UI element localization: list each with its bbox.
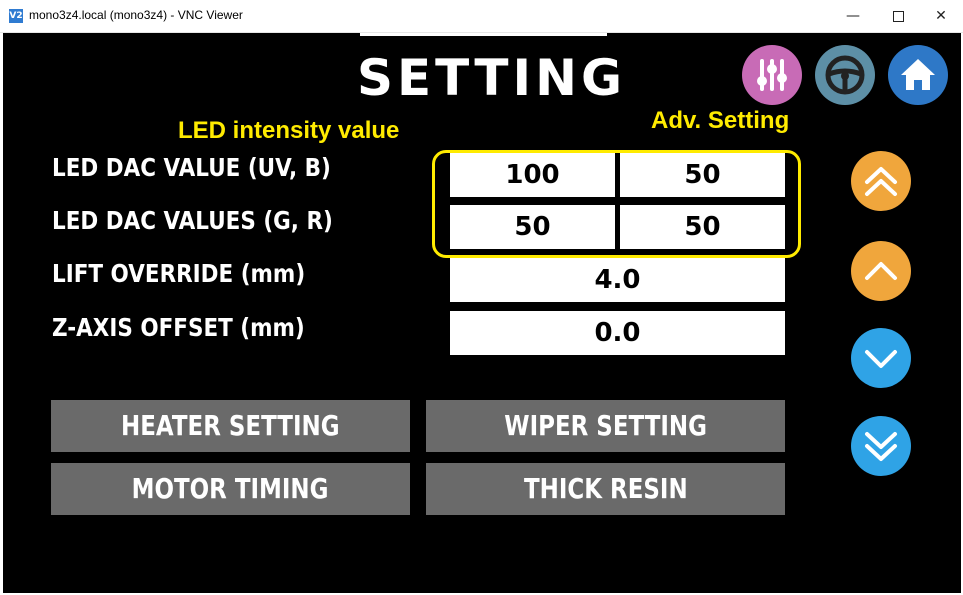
wiper-setting-button[interactable]: WIPER SETTING	[426, 400, 785, 452]
window-titlebar: V2 mono3z4.local (mono3z4) - VNC Viewer …	[0, 0, 963, 33]
vnc-app-icon: V2	[9, 9, 23, 23]
scroll-top-button[interactable]	[851, 151, 911, 211]
adv-setting-icon	[757, 59, 787, 91]
led-dac-g-r-label: LED DAC VALUES (G, R)	[52, 206, 333, 235]
double-chevron-down-icon	[865, 432, 897, 461]
g-value-field[interactable]: 50	[450, 205, 615, 249]
led-intensity-annotation: LED intensity value	[178, 117, 400, 144]
chevron-up-icon	[865, 262, 897, 280]
lift-override-label: LIFT OVERRIDE (mm)	[52, 259, 306, 288]
led-dac-uv-b-label: LED DAC VALUE (UV, B)	[52, 153, 331, 182]
uv-value-field[interactable]: 100	[450, 153, 615, 197]
minimize-button[interactable]: —	[831, 0, 875, 32]
steering-wheel-icon	[825, 55, 865, 95]
top-bar-strip	[360, 33, 607, 36]
thick-resin-label: THICK RESIN	[523, 472, 688, 505]
b-value-field[interactable]: 50	[620, 153, 785, 197]
wiper-setting-label: WIPER SETTING	[504, 409, 707, 442]
maximize-icon	[892, 10, 904, 22]
r-value-field[interactable]: 50	[620, 205, 785, 249]
scroll-down-button[interactable]	[851, 328, 911, 388]
thick-resin-button[interactable]: THICK RESIN	[426, 463, 785, 515]
home-button[interactable]	[888, 45, 948, 105]
chevron-down-icon	[865, 350, 897, 368]
steering-wheel-button[interactable]	[815, 45, 875, 105]
heater-setting-label: HEATER SETTING	[121, 409, 340, 442]
double-chevron-up-icon	[865, 167, 897, 196]
window-title: mono3z4.local (mono3z4) - VNC Viewer	[29, 8, 243, 22]
scroll-up-button[interactable]	[851, 241, 911, 301]
z-axis-offset-field[interactable]: 0.0	[450, 311, 785, 355]
heater-setting-button[interactable]: HEATER SETTING	[51, 400, 410, 452]
lift-override-field[interactable]: 4.0	[450, 258, 785, 302]
z-axis-offset-label: Z-AXIS OFFSET (mm)	[52, 313, 305, 342]
adv-setting-button[interactable]	[742, 45, 802, 105]
close-button[interactable]: ✕	[919, 0, 963, 32]
motor-timing-label: MOTOR TIMING	[132, 472, 329, 505]
remote-screen: SETTING LED intensity value Adv. Setting	[3, 33, 961, 593]
scroll-bottom-button[interactable]	[851, 416, 911, 476]
home-icon	[901, 59, 935, 90]
adv-setting-annotation: Adv. Setting	[651, 107, 790, 134]
maximize-button[interactable]	[876, 0, 920, 32]
motor-timing-button[interactable]: MOTOR TIMING	[51, 463, 410, 515]
